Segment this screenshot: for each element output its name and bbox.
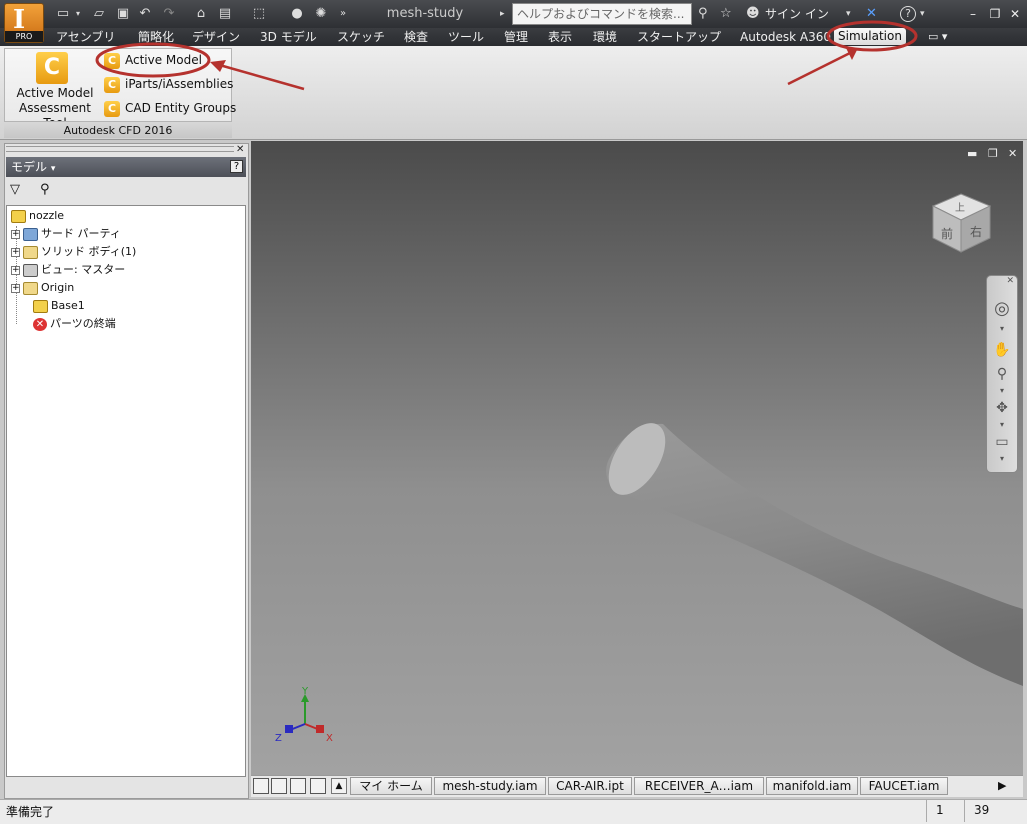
tab-scroll-right-icon[interactable]: ▶ bbox=[998, 779, 1006, 792]
tree-node[interactable]: + ビュー: マスター bbox=[11, 261, 125, 279]
coordinate-triad: Y X Z bbox=[275, 686, 333, 744]
tab-list-up-icon[interactable]: ▲ bbox=[331, 778, 347, 794]
triad-x-label: X bbox=[326, 733, 333, 744]
orbit-dropdown-icon[interactable]: ▾ bbox=[987, 420, 1017, 429]
folder-icon bbox=[23, 245, 38, 259]
browser-help-icon[interactable]: ? bbox=[230, 160, 243, 173]
pan-hand-icon[interactable]: ✋ bbox=[987, 342, 1017, 358]
expand-icon[interactable]: + bbox=[11, 247, 20, 257]
end-of-part-icon: ✕ bbox=[33, 317, 47, 331]
tree-label: サード パーティ bbox=[41, 227, 121, 240]
tree-label: Origin bbox=[41, 281, 75, 294]
triad-z-label: Z bbox=[275, 733, 282, 744]
navbar-customize-icon[interactable]: ▾ bbox=[987, 454, 1017, 463]
triad-x-arrow bbox=[316, 725, 324, 733]
doc-tab-receiver[interactable]: RECEIVER_A…iam bbox=[634, 777, 764, 795]
expand-icon[interactable]: + bbox=[11, 265, 20, 275]
triad-y-label: Y bbox=[301, 686, 309, 697]
third-party-icon bbox=[23, 227, 38, 241]
status-value-2: 39 bbox=[974, 803, 990, 817]
tree-label: nozzle bbox=[29, 209, 65, 222]
tree-label: パーツの終端 bbox=[50, 317, 116, 330]
find-binoculars-icon[interactable]: ⚲ bbox=[40, 182, 50, 197]
cascade-windows-icon[interactable] bbox=[253, 778, 269, 794]
doc-tab-my-home[interactable]: マイ ホーム bbox=[350, 777, 432, 795]
viewcube-top-label: 上 bbox=[955, 202, 965, 214]
status-divider bbox=[964, 800, 965, 822]
viewport-close-icon[interactable]: ✕ bbox=[1008, 147, 1017, 160]
browser-dropdown-icon[interactable]: ▾ bbox=[51, 164, 56, 174]
tree-label: Base1 bbox=[51, 299, 85, 312]
browser-header[interactable]: モデル ▾ bbox=[6, 157, 246, 177]
viewport-minimize-icon[interactable]: ▬ bbox=[967, 147, 977, 160]
doc-tab-manifold[interactable]: manifold.iam bbox=[766, 777, 858, 795]
tree-node[interactable]: + ソリッド ボディ(1) bbox=[11, 243, 136, 261]
filter-icon[interactable]: ▽ bbox=[10, 182, 20, 197]
horizontal-tile-icon[interactable] bbox=[290, 778, 306, 794]
steering-wheel-icon[interactable]: ◎ bbox=[987, 298, 1017, 319]
expand-icon[interactable]: + bbox=[11, 229, 20, 239]
tree-node[interactable]: + サード パーティ bbox=[11, 225, 121, 243]
viewport-restore-icon[interactable]: ❐ bbox=[988, 147, 998, 160]
browser-grip[interactable] bbox=[6, 146, 234, 152]
doc-tab-faucet[interactable]: FAUCET.iam bbox=[860, 777, 948, 795]
doc-tab-mesh-study[interactable]: mesh-study.iam bbox=[434, 777, 546, 795]
orbit-icon[interactable]: ✥ bbox=[987, 400, 1017, 416]
vertical-tile-icon[interactable] bbox=[310, 778, 326, 794]
zoom-icon[interactable]: ⚲ bbox=[987, 366, 1017, 382]
nozzle-body bbox=[606, 423, 1023, 686]
viewcube[interactable]: 上 前 右 bbox=[930, 192, 992, 254]
tile-windows-icon[interactable] bbox=[271, 778, 287, 794]
annotation-overlay bbox=[95, 20, 918, 91]
annotation-arrow-right bbox=[787, 50, 853, 86]
model-tree: nozzle + サード パーティ + ソリッド ボディ(1) + ビュー: マスター… bbox=[6, 205, 246, 777]
status-divider bbox=[926, 800, 927, 822]
viewcube-right-label: 右 bbox=[970, 224, 982, 239]
part-icon bbox=[33, 299, 48, 313]
navbar-close-icon[interactable]: ✕ bbox=[987, 276, 1017, 286]
tree-label: ソリッド ボディ(1) bbox=[41, 245, 137, 258]
tree-label: ビュー: マスター bbox=[41, 263, 126, 276]
status-value-1: 1 bbox=[936, 803, 944, 817]
browser-close-icon[interactable]: ✕ bbox=[236, 144, 244, 155]
nozzle-model bbox=[606, 423, 1023, 686]
status-bar bbox=[0, 799, 1027, 824]
view-icon bbox=[23, 263, 38, 277]
doc-tab-car-air[interactable]: CAR-AIR.ipt bbox=[548, 777, 632, 795]
triad-z-arrow bbox=[285, 725, 293, 733]
browser-title: モデル bbox=[11, 160, 48, 174]
zoom-dropdown-icon[interactable]: ▾ bbox=[987, 386, 1017, 395]
folder-icon bbox=[23, 281, 38, 295]
tree-node[interactable]: + Origin bbox=[11, 279, 74, 297]
navigation-bar: ✕ ◎ ▾ ✋ ⚲ ▾ ✥ ▾ ▭ ▾ bbox=[986, 275, 1018, 473]
simulation-tab-highlight-ring bbox=[826, 20, 918, 52]
tree-node-root[interactable]: nozzle bbox=[11, 207, 64, 225]
tree-node[interactable]: ✕ パーツの終端 bbox=[33, 315, 116, 333]
status-text: 準備完了 bbox=[6, 805, 55, 819]
graphics-viewport[interactable]: ▬ ❐ ✕ bbox=[251, 141, 1023, 775]
tree-node[interactable]: Base1 bbox=[33, 297, 85, 315]
part-icon bbox=[11, 209, 26, 223]
viewcube-front-label: 前 bbox=[941, 226, 953, 241]
expand-icon[interactable]: + bbox=[11, 283, 20, 293]
look-at-icon[interactable]: ▭ bbox=[987, 434, 1017, 450]
active-model-highlight-ring bbox=[95, 42, 211, 78]
steering-dropdown-icon[interactable]: ▾ bbox=[987, 324, 1017, 333]
annotation-arrow-left bbox=[215, 62, 305, 91]
